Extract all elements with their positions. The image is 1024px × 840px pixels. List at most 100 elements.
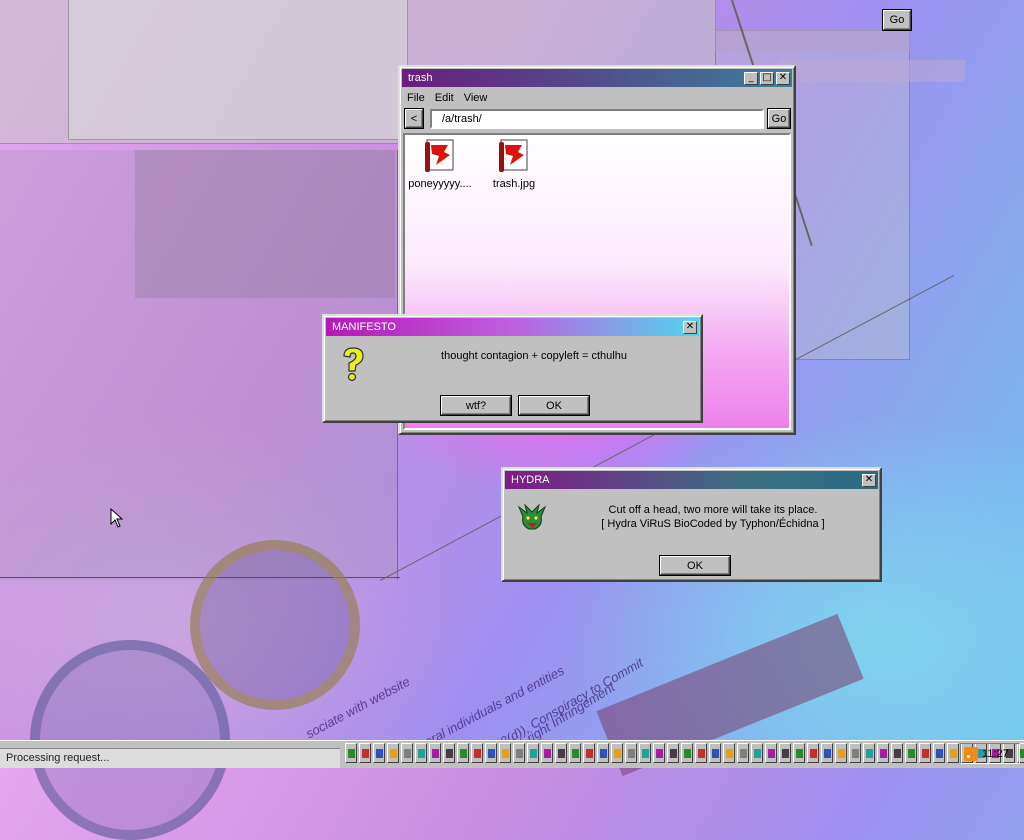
taskbar-button[interactable] (527, 743, 539, 763)
app-icon (698, 749, 705, 758)
go-button[interactable]: Go (768, 109, 790, 128)
bg-text: veral individuals and entities (415, 662, 567, 753)
taskbar-button[interactable] (443, 743, 455, 763)
address-input[interactable]: /a/trash/ (430, 109, 764, 129)
app-icon (600, 749, 607, 758)
taskbar-button[interactable] (849, 743, 861, 763)
taskbar-button[interactable] (877, 743, 889, 763)
minimize-icon[interactable]: _ (744, 71, 758, 85)
menu-view[interactable]: View (459, 92, 493, 104)
taskbar-button[interactable] (779, 743, 791, 763)
taskbar-button[interactable] (457, 743, 469, 763)
fbi-seal-image (190, 540, 360, 710)
taskbar-button[interactable] (653, 743, 665, 763)
app-icon (852, 749, 859, 758)
app-icon (586, 749, 593, 758)
menu-file[interactable]: File (402, 92, 430, 104)
hydra-titlebar[interactable]: HYDRA ✕ (505, 471, 878, 489)
taskbar-button[interactable] (625, 743, 637, 763)
taskbar-button[interactable] (709, 743, 721, 763)
close-icon[interactable]: ✕ (776, 71, 790, 85)
taskbar-button[interactable] (835, 743, 847, 763)
close-icon[interactable]: ✕ (862, 473, 876, 487)
app-icon (726, 749, 733, 758)
taskbar-button[interactable] (863, 743, 875, 763)
app-icon (418, 749, 425, 758)
app-icon (824, 749, 831, 758)
app-icon (740, 749, 747, 758)
wtf-button[interactable]: wtf? (441, 396, 511, 415)
app-icon (670, 749, 677, 758)
dialog-title: MANIFESTO (332, 321, 396, 333)
file-item[interactable]: poneyyyyy.... (405, 139, 475, 190)
app-icon (404, 749, 411, 758)
taskbar-button[interactable] (471, 743, 483, 763)
taskbar-button[interactable] (695, 743, 707, 763)
menu-edit[interactable]: Edit (430, 92, 459, 104)
taskbar-button[interactable] (513, 743, 525, 763)
app-icon (684, 749, 691, 758)
taskbar-button[interactable] (681, 743, 693, 763)
app-icon (866, 749, 873, 758)
close-icon[interactable]: ✕ (683, 320, 697, 334)
taskbar-button[interactable] (905, 743, 917, 763)
app-icon (376, 749, 383, 758)
taskbar-button[interactable] (737, 743, 749, 763)
taskbar-button[interactable] (723, 743, 735, 763)
ok-button[interactable]: OK (519, 396, 589, 415)
ok-button[interactable]: OK (660, 556, 730, 575)
taskbar-button[interactable] (555, 743, 567, 763)
mouse-cursor-icon (110, 508, 124, 528)
app-icon (656, 749, 663, 758)
manifesto-titlebar[interactable]: MANIFESTO ✕ (326, 318, 699, 336)
taskbar-button[interactable] (667, 743, 679, 763)
taskbar-button[interactable] (597, 743, 609, 763)
app-icon (908, 749, 915, 758)
taskbar-button[interactable] (611, 743, 623, 763)
background-go-button[interactable]: Go (883, 10, 911, 30)
taskbar-button[interactable] (485, 743, 497, 763)
dialog-line-1: Cut off a head, two more will take its p… (608, 504, 818, 516)
status-bar: Processing request... (0, 748, 340, 768)
taskbar-button[interactable] (541, 743, 553, 763)
app-icon (768, 749, 775, 758)
taskbar-button[interactable] (793, 743, 805, 763)
trash-titlebar[interactable]: trash _ □ ✕ (402, 69, 792, 87)
taskbar-button[interactable] (807, 743, 819, 763)
taskbar-button[interactable] (947, 743, 959, 763)
app-icon (432, 749, 439, 758)
taskbar-buttons (345, 743, 1024, 763)
file-item[interactable]: trash.jpg (479, 139, 549, 190)
app-icon (474, 749, 481, 758)
app-icon (390, 749, 397, 758)
app-icon (712, 749, 719, 758)
taskbar-button[interactable] (345, 743, 357, 763)
taskbar-button[interactable] (821, 743, 833, 763)
rss-icon[interactable] (964, 746, 978, 761)
taskbar-button[interactable] (373, 743, 385, 763)
taskbar-button[interactable] (751, 743, 763, 763)
taskbar-button[interactable] (401, 743, 413, 763)
taskbar-button[interactable] (583, 743, 595, 763)
app-icon (558, 749, 565, 758)
app-icon (796, 749, 803, 758)
app-icon (614, 749, 621, 758)
taskbar-button[interactable] (765, 743, 777, 763)
maximize-icon[interactable]: □ (760, 71, 774, 85)
dialog-line-2: [ Hydra ViRuS BioCoded by Typhon/Échidna… (601, 518, 825, 530)
taskbar-button[interactable] (415, 743, 427, 763)
taskbar-button[interactable] (499, 743, 511, 763)
taskbar-button[interactable] (569, 743, 581, 763)
taskbar-button[interactable] (359, 743, 371, 763)
hydra-dragon-icon (517, 503, 547, 530)
taskbar-button[interactable] (429, 743, 441, 763)
taskbar-button[interactable] (891, 743, 903, 763)
taskbar-button[interactable] (919, 743, 931, 763)
app-icon (838, 749, 845, 758)
taskbar-button[interactable] (933, 743, 945, 763)
app-icon (936, 749, 943, 758)
taskbar-button[interactable] (387, 743, 399, 763)
app-icon (1020, 749, 1024, 758)
back-button[interactable]: < (405, 109, 423, 128)
taskbar-button[interactable] (639, 743, 651, 763)
